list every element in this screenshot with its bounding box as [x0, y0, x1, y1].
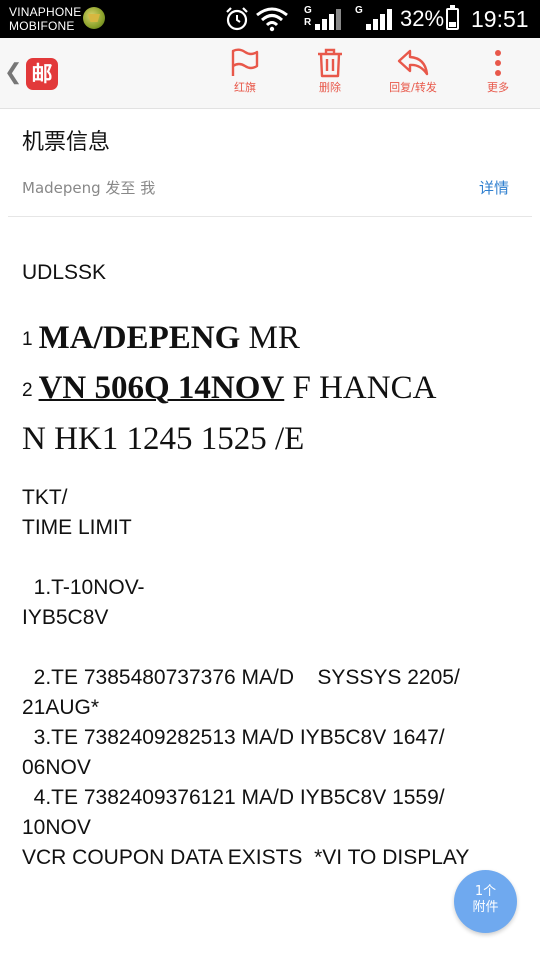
battery-icon — [446, 5, 459, 30]
body-line: IYB5C8V — [22, 605, 109, 629]
delete-button[interactable]: 删除 — [295, 48, 365, 94]
flight-line: 2 VN 506Q 14NOV F HANCA — [22, 364, 532, 414]
app-logo[interactable]: 邮 — [26, 58, 58, 90]
body-line: TIME LIMIT — [22, 515, 132, 539]
carrier-name-1: VINAPHONE — [9, 5, 82, 19]
body-line: 21AUG* — [22, 695, 100, 719]
trash-icon — [318, 48, 342, 78]
body-line: 4.TE 7382409376121 MA/D IYB5C8V 1559/ — [22, 785, 445, 809]
passenger-title: MR — [240, 320, 300, 356]
signal-icon-sim2 — [365, 0, 393, 38]
reply-forward-label: 回复/转发 — [389, 81, 437, 94]
body-line: 1.T-10NOV- — [22, 575, 145, 599]
flight-segment: VN 506Q 14NOV — [38, 370, 285, 407]
passenger-name: MA/DEPENG — [38, 320, 241, 356]
network-type-1: G — [304, 5, 312, 16]
body-line: 06NOV — [22, 755, 91, 779]
carrier-name-2: MOBIFONE — [9, 19, 75, 33]
alarm-icon — [224, 0, 250, 38]
body-line: 3.TE 7382409282513 MA/D IYB5C8V 1647/ — [22, 725, 445, 749]
email-body: UDLSSK 1 MA/DEPENG MR 2 VN 506Q 14NOV F HA… — [22, 258, 532, 873]
signal-icon-sim1 — [314, 0, 342, 38]
mail-toolbar: ❮ 邮 红旗 删除 回复/转发 更多 — [0, 38, 540, 109]
sender-line: Madepeng 发至 我 — [22, 179, 156, 197]
attachment-count: 1个 — [474, 884, 497, 899]
reply-forward-button[interactable]: 回复/转发 — [378, 48, 448, 94]
more-button[interactable]: 更多 — [463, 48, 533, 94]
network-type-2: G — [355, 5, 363, 16]
flight-route: F HANCA — [284, 370, 437, 407]
battery-percent: 32% — [400, 6, 445, 31]
status-bar: VINAPHONE MOBIFONE G R G 32% 19:51 — [0, 0, 540, 38]
pnr-item-number: 1 — [22, 329, 33, 351]
network-type-1b: R — [304, 17, 312, 28]
status-time: 19:51 — [471, 6, 529, 32]
flag-label: 红旗 — [234, 81, 256, 94]
wifi-icon — [255, 0, 289, 38]
flag-button[interactable]: 红旗 — [210, 48, 280, 94]
attachment-label: 附件 — [472, 900, 499, 915]
body-line: VCR COUPON DATA EXISTS *VI TO DISPLAY — [22, 845, 470, 869]
back-chevron-icon[interactable]: ❮ — [4, 60, 22, 84]
more-label: 更多 — [487, 81, 509, 94]
more-vertical-icon — [495, 50, 501, 76]
flag-icon — [231, 48, 259, 76]
pnr-item-number: 2 — [22, 379, 33, 401]
flight-line-cont: N HK1 1245 1525 /E — [22, 420, 305, 457]
email-subject: 机票信息 — [22, 130, 111, 155]
body-line: 10NOV — [22, 815, 91, 839]
details-link[interactable]: 详情 — [479, 179, 509, 197]
delete-label: 删除 — [319, 81, 341, 94]
reply-icon — [397, 49, 429, 76]
body-line: 2.TE 7385480737376 MA/D SYSSYS 2205/ — [22, 665, 460, 689]
sim-icon — [83, 7, 105, 29]
header-divider — [8, 216, 532, 217]
body-line: TKT/ — [22, 485, 68, 509]
passenger-line: 1 MA/DEPENG MR — [22, 314, 532, 364]
attachment-button[interactable]: 1个 附件 — [454, 870, 517, 933]
body-line: UDLSSK — [22, 261, 107, 284]
